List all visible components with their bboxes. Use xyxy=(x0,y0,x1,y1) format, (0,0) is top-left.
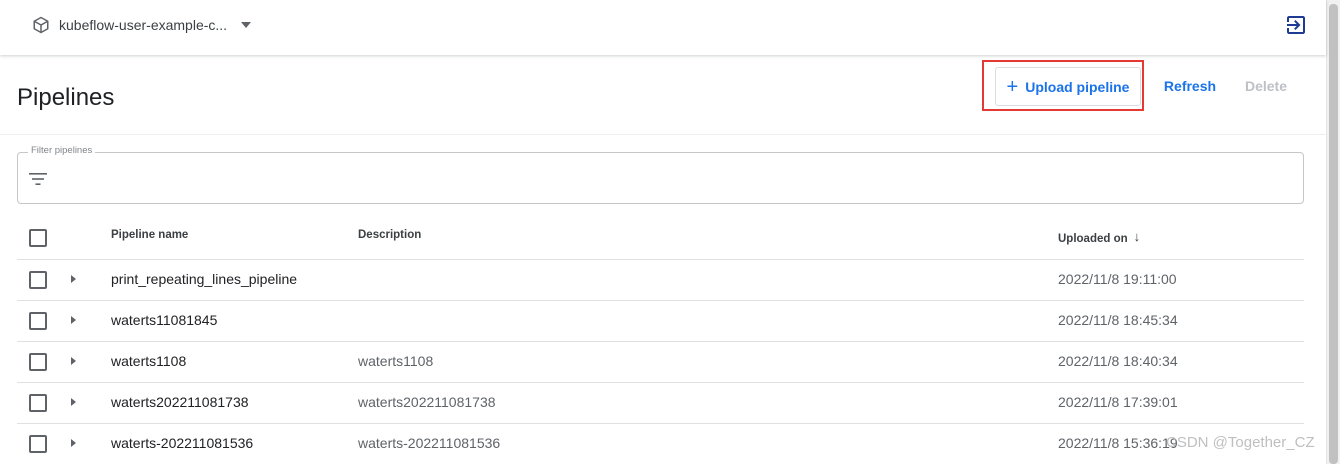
row-checkbox[interactable] xyxy=(29,394,47,412)
pipelines-table: Pipeline name Description Uploaded on ↓ p… xyxy=(17,216,1304,464)
page-title: Pipelines xyxy=(17,84,115,111)
row-checkbox[interactable] xyxy=(29,312,47,330)
expand-arrow-icon[interactable] xyxy=(71,439,76,447)
kubeflow-pipelines-app: kubeflow-user-example-c... Pipelines + U… xyxy=(0,0,1340,464)
pipeline-name[interactable]: waterts1108 xyxy=(111,353,186,369)
table-row[interactable]: waterts-202211081536 waterts-20221108153… xyxy=(17,424,1304,464)
pipeline-description: waterts202211081738 xyxy=(358,394,496,410)
table-row[interactable]: print_repeating_lines_pipeline 2022/11/8… xyxy=(17,260,1304,301)
table-row[interactable]: waterts11081845 2022/11/8 18:45:34 xyxy=(17,301,1304,342)
cube-icon xyxy=(33,16,49,34)
column-header-description[interactable]: Description xyxy=(358,229,421,241)
row-checkbox[interactable] xyxy=(29,353,47,371)
table-row[interactable]: waterts202211081738 waterts202211081738 … xyxy=(17,383,1304,424)
select-all-checkbox[interactable] xyxy=(29,229,47,247)
filter-label: Filter pipelines xyxy=(28,145,96,156)
row-checkbox[interactable] xyxy=(29,435,47,453)
pipeline-uploaded-on: 2022/11/8 15:36:19 xyxy=(1058,435,1178,451)
pipeline-description: waterts1108 xyxy=(358,353,434,369)
namespace-label: kubeflow-user-example-c... xyxy=(59,17,228,33)
logout-icon[interactable] xyxy=(1284,13,1308,37)
pipeline-uploaded-on: 2022/11/8 18:45:34 xyxy=(1058,312,1178,328)
vertical-scrollbar[interactable] xyxy=(1326,0,1340,464)
scrollbar-thumb[interactable] xyxy=(1329,4,1338,464)
filter-list-icon xyxy=(29,173,47,185)
arrow-downward-icon: ↓ xyxy=(1133,229,1141,244)
column-header-name[interactable]: Pipeline name xyxy=(111,229,188,241)
header-divider xyxy=(0,134,1326,135)
watermark: CSDN @Together_CZ xyxy=(1166,434,1315,451)
expand-arrow-icon[interactable] xyxy=(71,357,76,365)
namespace-selector[interactable]: kubeflow-user-example-c... xyxy=(32,12,252,38)
pipeline-uploaded-on: 2022/11/8 18:40:34 xyxy=(1058,353,1178,369)
upload-pipeline-button[interactable]: + Upload pipeline xyxy=(995,67,1141,106)
pipeline-name[interactable]: waterts202211081738 xyxy=(111,394,249,410)
plus-icon: + xyxy=(1006,75,1019,98)
column-header-uploaded-label: Uploaded on xyxy=(1058,233,1128,245)
pipeline-name[interactable]: print_repeating_lines_pipeline xyxy=(111,271,297,287)
caret-down-icon xyxy=(241,22,252,28)
top-bar: kubeflow-user-example-c... xyxy=(0,0,1326,55)
pipeline-uploaded-on: 2022/11/8 17:39:01 xyxy=(1058,394,1178,410)
pipeline-name[interactable]: waterts-202211081536 xyxy=(111,435,253,451)
pipeline-name[interactable]: waterts11081845 xyxy=(111,312,217,328)
refresh-button[interactable]: Refresh xyxy=(1156,73,1224,99)
upload-pipeline-label: Upload pipeline xyxy=(1025,78,1130,95)
table-header: Pipeline name Description Uploaded on ↓ xyxy=(17,216,1304,260)
filter-pipelines-field[interactable]: Filter pipelines xyxy=(17,145,1304,204)
pipeline-description: waterts-202211081536 xyxy=(358,435,501,451)
expand-arrow-icon[interactable] xyxy=(71,275,76,283)
expand-arrow-icon[interactable] xyxy=(71,398,76,406)
delete-button: Delete xyxy=(1244,78,1288,94)
pipeline-uploaded-on: 2022/11/8 19:11:00 xyxy=(1058,271,1177,287)
filter-input[interactable] xyxy=(62,163,1286,195)
expand-arrow-icon[interactable] xyxy=(71,316,76,324)
column-header-uploaded[interactable]: Uploaded on ↓ xyxy=(1058,229,1140,245)
row-checkbox[interactable] xyxy=(29,271,47,289)
table-row[interactable]: waterts1108 waterts1108 2022/11/8 18:40:… xyxy=(17,342,1304,383)
